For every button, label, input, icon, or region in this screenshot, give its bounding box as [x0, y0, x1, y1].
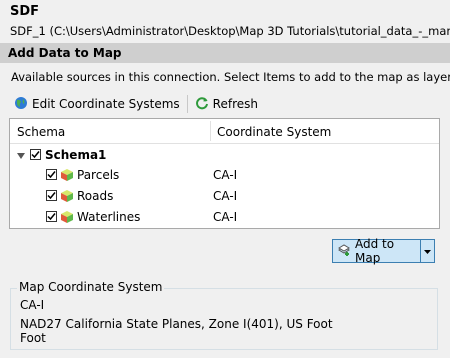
layer-name: Waterlines: [77, 210, 141, 224]
table-row[interactable]: Roads CA-I: [10, 186, 439, 206]
toolbar: Edit Coordinate Systems Refresh: [10, 92, 262, 116]
edit-coordinate-systems-label: Edit Coordinate Systems: [32, 97, 180, 111]
add-to-map-button[interactable]: Add to Map: [332, 237, 435, 265]
add-data-section-header: Add Data to Map: [0, 43, 450, 63]
feature-class-icon: [60, 189, 74, 203]
grid-header: Schema Coordinate System: [10, 119, 439, 144]
refresh-label: Refresh: [212, 97, 258, 111]
expand-triangle-icon[interactable]: [17, 150, 26, 164]
chevron-down-icon: [424, 244, 431, 258]
schema-checkbox[interactable]: [30, 149, 41, 160]
layer-cs: CA-I: [213, 189, 238, 203]
column-header-schema[interactable]: Schema: [17, 125, 65, 139]
column-divider: [210, 121, 211, 141]
layer-checkbox[interactable]: [46, 211, 57, 222]
schema-grid: Schema Coordinate System Schema1 Parcels…: [9, 118, 440, 229]
map-cs-code: CA-I: [20, 298, 45, 312]
connection-title: SDF: [10, 4, 40, 19]
refresh-button[interactable]: Refresh: [191, 93, 262, 115]
layer-checkbox[interactable]: [46, 169, 57, 180]
schema-name: Schema1: [45, 148, 107, 162]
feature-class-icon: [60, 210, 74, 224]
edit-coordinate-systems-button[interactable]: Edit Coordinate Systems: [10, 93, 184, 115]
refresh-icon: [195, 96, 209, 113]
layer-name: Roads: [77, 189, 114, 203]
layer-cs: CA-I: [213, 168, 238, 182]
layer-cs: CA-I: [213, 210, 238, 224]
section-description: Available sources in this connection. Se…: [11, 70, 450, 84]
map-coordinate-system-label: Map Coordinate System: [17, 280, 165, 294]
column-header-coordinate-system[interactable]: Coordinate System: [217, 125, 331, 139]
layer-name: Parcels: [77, 168, 120, 182]
globe-icon: [14, 96, 28, 113]
add-to-map-main[interactable]: Add to Map: [333, 237, 421, 265]
add-layer-icon: [337, 243, 351, 260]
table-row[interactable]: Waterlines CA-I: [10, 207, 439, 227]
connection-path: SDF_1 (C:\Users\Administrator\Desktop\Ma…: [10, 24, 450, 38]
add-to-map-dropdown[interactable]: [421, 244, 434, 258]
add-to-map-label: Add to Map: [355, 237, 395, 265]
feature-class-icon: [60, 168, 74, 182]
toolbar-separator: [186, 95, 188, 113]
layer-checkbox[interactable]: [46, 190, 57, 201]
table-row[interactable]: Parcels CA-I: [10, 165, 439, 185]
map-cs-description: NAD27 California State Planes, Zone I(40…: [20, 317, 333, 331]
schema-row[interactable]: Schema1: [10, 145, 439, 165]
map-cs-units: Foot: [20, 331, 46, 345]
